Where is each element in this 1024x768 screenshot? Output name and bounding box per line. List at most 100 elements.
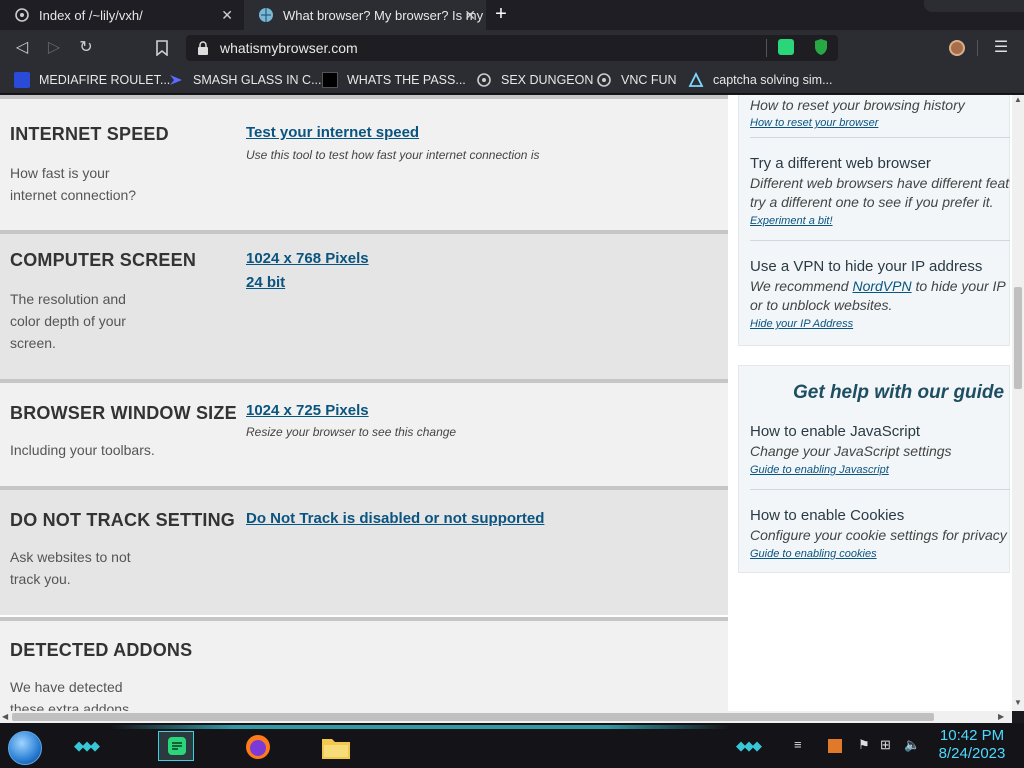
tab-index-lily[interactable]: Index of /~lily/vxh/ ✕ [0, 0, 243, 30]
nordvpn-link[interactable]: NordVPN [852, 278, 911, 294]
toolbar: ◁ ▷ ↻ whatismybrowser.com ☰ [0, 30, 1024, 66]
speed-test-link[interactable]: Test your internet speed [246, 124, 419, 141]
tab-title: Index of /~lily/vxh/ [39, 7, 143, 23]
menu-icon[interactable]: ☰ [992, 38, 1010, 58]
bookmark-whats-the-pass[interactable]: WHATS THE PASS... [322, 71, 466, 89]
firefox-icon [246, 735, 270, 759]
bookmark-label: captcha solving sim... [713, 73, 833, 87]
tab-strip: Index of /~lily/vxh/ ✕ What browser? My … [0, 0, 1024, 30]
hide-ip-link[interactable]: Hide your IP Address [750, 318, 1012, 330]
guide-description: Change your JavaScript settings [750, 443, 952, 459]
bookmark-mediafire[interactable]: MEDIAFIRE ROULET... [14, 71, 170, 89]
address-bar[interactable]: whatismybrowser.com [186, 35, 838, 61]
divider [750, 137, 1010, 138]
sidebar-tips-box: How to reset your browsing history How t… [738, 95, 1010, 346]
section-computer-screen: COMPUTER SCREEN The resolution and color… [0, 234, 728, 379]
start-button[interactable] [8, 731, 42, 765]
tip-title: How to reset your browsing history [750, 97, 965, 113]
bookmark-sex-dungeon[interactable]: SEX DUNGEON [476, 71, 593, 89]
section-description: We have detected these extra addons [10, 679, 130, 711]
reload-button[interactable]: ↻ [76, 38, 96, 58]
horizontal-scrollbar[interactable]: ◀ ▶ [0, 711, 1012, 723]
section-browser-window-size: BROWSER WINDOW SIZE Including your toolb… [0, 383, 728, 486]
system-clock[interactable]: 10:42 PM 8/24/2023 [934, 727, 1010, 763]
window-size-link[interactable]: 1024 x 725 Pixels [246, 402, 369, 419]
section-title: DO NOT TRACK SETTING [10, 510, 235, 530]
section-title: BROWSER WINDOW SIZE [10, 403, 237, 423]
bookmark-captcha[interactable]: captcha solving sim... [688, 71, 833, 89]
bookmark-icon[interactable] [155, 40, 169, 56]
scroll-right-icon[interactable]: ▶ [998, 712, 1004, 721]
vnc-icon [597, 73, 611, 87]
section-title: DETECTED ADDONS [10, 640, 193, 660]
extension-notes-icon[interactable] [778, 39, 794, 55]
tab-what-browser[interactable]: What browser? My browser? Is my ✕ [244, 0, 486, 30]
tip-reset-history: How to reset your browsing history How t… [750, 96, 1012, 129]
url-text: whatismybrowser.com [220, 40, 358, 56]
bookmark-smash-glass[interactable]: SMASH GLASS IN C... [168, 71, 322, 89]
section-do-not-track: DO NOT TRACK SETTING Ask websites to not… [0, 490, 728, 615]
taskbar-notes-app[interactable] [158, 731, 194, 761]
close-icon[interactable]: ✕ [221, 7, 233, 24]
reset-browser-link[interactable]: How to reset your browser [750, 117, 1012, 129]
javascript-guide-link[interactable]: Guide to enabling Javascript [750, 464, 1012, 476]
section-title: INTERNET SPEED [10, 124, 169, 144]
section-note: Use this tool to test how fast your inte… [246, 148, 540, 162]
guide-cookies: How to enable Cookies Configure your coo… [750, 507, 1012, 560]
new-tab-button[interactable]: + [490, 4, 512, 25]
lock-icon [198, 41, 208, 55]
folder-icon [322, 739, 350, 759]
bookmark-label: VNC FUN [621, 73, 677, 87]
volume-icon[interactable]: 🔈 [904, 737, 920, 753]
bookmark-vnc-fun[interactable]: VNC FUN [596, 71, 677, 89]
tip-vpn: Use a VPN to hide your IP address We rec… [750, 258, 1012, 330]
bookmarks-bar: MEDIAFIRE ROULET... SMASH GLASS IN C... … [0, 66, 1024, 94]
forward-button[interactable]: ▷ [44, 38, 64, 58]
guide-description: Configure your cookie settings for priva… [750, 527, 1007, 543]
tip-description: or to unblock websites. [750, 297, 893, 313]
section-description: The resolution and color depth of your s… [10, 291, 126, 351]
bookmark-label: WHATS THE PASS... [347, 73, 466, 87]
cookies-guide-link[interactable]: Guide to enabling cookies [750, 548, 1012, 560]
guide-heading: Get help with our guide [793, 382, 1005, 403]
section-description: Ask websites to not track you. [10, 549, 131, 587]
tip-description: try a different one to see if you prefer… [750, 194, 994, 210]
tip-title: Try a different web browser [750, 155, 931, 172]
page-content: INTERNET SPEED How fast is your internet… [0, 95, 1024, 711]
captcha-icon [688, 72, 704, 87]
section-description: Including your toolbars. [10, 442, 155, 458]
guide-javascript: How to enable JavaScript Change your Jav… [750, 423, 1012, 476]
scroll-left-icon[interactable]: ◀ [2, 712, 8, 721]
chevron-decoration-icon: ◆◆◆ [736, 738, 762, 753]
clock-time: 10:42 PM [939, 727, 1005, 744]
do-not-track-link[interactable]: Do Not Track is disabled or not supporte… [246, 510, 544, 527]
close-icon[interactable]: ✕ [464, 7, 476, 24]
taskbar-file-explorer[interactable] [318, 731, 354, 761]
taskbar: ◆◆◆ ◆◆◆ ≡ ⚑ ⊞ 🔈 10:42 PM 8/24/2023 [0, 723, 1024, 768]
network-icon[interactable]: ⊞ [880, 737, 891, 753]
bookmark-label: SMASH GLASS IN C... [193, 73, 322, 87]
section-note: Resize your browser to see this change [246, 425, 457, 439]
back-button[interactable]: ◁ [12, 38, 32, 58]
smash-icon [170, 75, 182, 85]
profile-avatar[interactable] [949, 40, 965, 56]
screen-resolution-link[interactable]: 1024 x 768 Pixels [246, 250, 369, 267]
color-depth-link[interactable]: 24 bit [246, 274, 285, 291]
globe-icon [259, 8, 273, 22]
taskbar-firefox[interactable] [240, 731, 276, 761]
experiment-link[interactable]: Experiment a bit! [750, 215, 1012, 227]
scroll-down-icon[interactable]: ▼ [1014, 698, 1022, 707]
tray-app-icon[interactable] [828, 739, 842, 753]
window-controls-area [924, 0, 1024, 12]
clock-date: 8/24/2023 [938, 745, 1006, 762]
bookmark-label: SEX DUNGEON [501, 73, 594, 87]
scrollbar-thumb[interactable] [1014, 287, 1022, 389]
flag-icon[interactable]: ⚑ [858, 737, 870, 753]
tip-description: Different web browsers have different fe… [750, 175, 1010, 191]
shield-icon[interactable] [813, 38, 829, 56]
scroll-up-icon[interactable]: ▲ [1014, 95, 1022, 104]
vertical-scrollbar[interactable]: ▲ ▼ [1012, 95, 1024, 711]
scrollbar-thumb[interactable] [12, 713, 934, 721]
show-hidden-icons[interactable]: ≡ [794, 737, 802, 752]
bookmark-label: MEDIAFIRE ROULET... [39, 73, 171, 87]
